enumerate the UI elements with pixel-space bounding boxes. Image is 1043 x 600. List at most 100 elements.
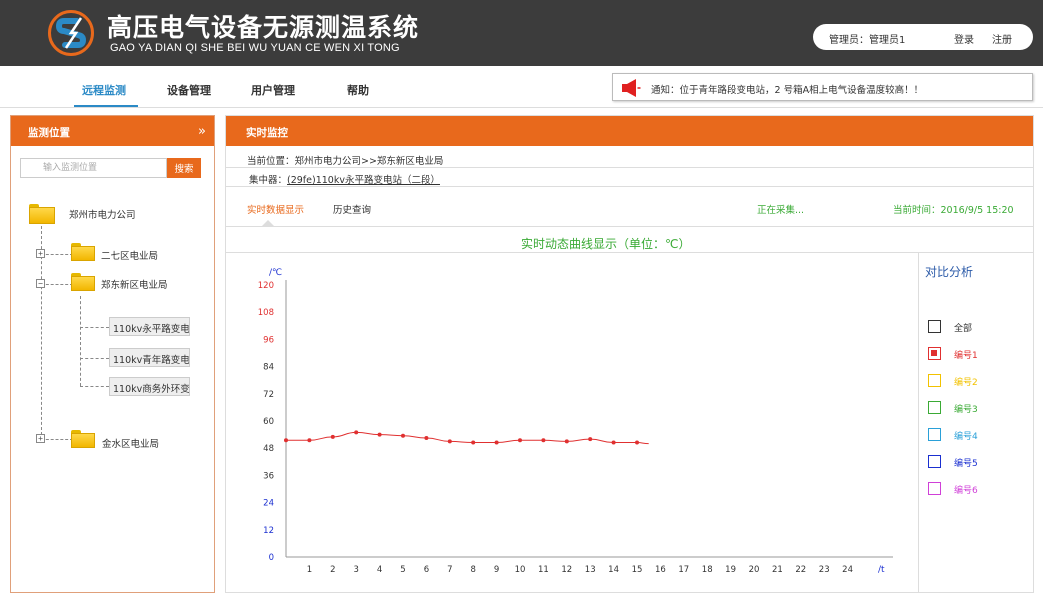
location-panel-title: 监测位置 — [28, 127, 70, 139]
collecting-status: 正在采集... — [757, 205, 805, 216]
series-line — [285, 431, 649, 445]
x-tick-label: 19 — [725, 565, 736, 575]
tree-root-company[interactable]: 郑州市电力公司 — [69, 207, 136, 221]
tree-line — [80, 386, 109, 387]
x-tick-label: 17 — [678, 565, 689, 575]
data-point — [588, 437, 593, 442]
compare-checkbox[interactable] — [928, 401, 941, 414]
compare-checkbox[interactable] — [928, 455, 941, 468]
data-point — [494, 440, 499, 445]
compare-checkbox[interactable] — [928, 320, 941, 333]
y-tick-label: 96 — [263, 335, 274, 345]
expand-toggle[interactable]: + — [36, 434, 45, 443]
chart-title: 实时动态曲线显示（单位：℃） — [521, 237, 691, 251]
y-tick-label: 24 — [263, 499, 274, 509]
double-chevron-right-icon[interactable]: » — [198, 124, 206, 139]
app-header: 高压电气设备无源测温系统 GAO YA DIAN QI SHE BEI WU Y… — [0, 0, 1043, 66]
x-tick-label: 20 — [749, 565, 760, 575]
compare-label: 编号4 — [954, 432, 978, 442]
x-tick-label: 14 — [608, 565, 619, 575]
divider — [226, 226, 1033, 227]
x-tick-label: 15 — [632, 565, 643, 575]
data-point — [401, 433, 405, 438]
tab-history-query[interactable]: 历史查询 — [333, 202, 371, 216]
compare-label: 编号2 — [954, 378, 978, 388]
data-point — [518, 438, 522, 443]
data-point — [354, 430, 359, 435]
compare-checkbox[interactable] — [928, 374, 941, 387]
y-tick-label: 36 — [263, 471, 274, 481]
x-tick-label: 7 — [447, 565, 452, 575]
tab-remote-monitor[interactable]: 远程监测 — [82, 82, 126, 98]
tree-leaf-station[interactable]: 110kv商务外环变电站 — [109, 377, 190, 396]
tree-line — [80, 327, 109, 328]
x-tick-label: 18 — [702, 565, 713, 575]
y-tick-label: 60 — [263, 417, 274, 427]
compare-label: 编号1 — [954, 351, 978, 361]
tab-help[interactable]: 帮助 — [347, 82, 369, 98]
data-point — [330, 434, 335, 439]
current-time: 当前时间：2016/9/5 15:20 — [893, 205, 1014, 216]
x-tick-label: 22 — [795, 565, 806, 575]
tree-node-jinshui[interactable]: 金水区电业局 — [102, 436, 159, 450]
data-point — [471, 440, 476, 445]
y-tick-label: 72 — [263, 390, 274, 400]
logo-icon — [55, 17, 87, 49]
compare-label: 编号5 — [954, 459, 978, 469]
x-tick-label: 21 — [772, 565, 783, 575]
compare-checkbox[interactable] — [928, 482, 941, 495]
tab-user-management[interactable]: 用户管理 — [251, 82, 295, 98]
collector-link[interactable]: (29fe)110kv永平路变电站（二段） — [287, 175, 440, 186]
data-point — [611, 440, 616, 445]
expand-toggle[interactable]: + — [36, 249, 45, 258]
realtime-panel: 实时监控 当前位置：郑州市电力公司>>郑东新区电业局 集中器：(29fe)110… — [225, 115, 1034, 593]
collapse-toggle[interactable]: − — [36, 279, 45, 288]
divider — [226, 167, 1033, 168]
x-tick-label: 9 — [494, 565, 499, 575]
data-point — [564, 439, 569, 444]
megaphone-icon — [622, 79, 641, 97]
collector-info: 集中器：(29fe)110kv永平路变电站（二段） — [249, 172, 440, 186]
compare-checkbox[interactable] — [928, 428, 941, 441]
compare-label: 编号6 — [954, 486, 978, 496]
y-tick-label: 84 — [263, 363, 274, 373]
x-tick-label: 8 — [470, 565, 475, 575]
folder-icon — [71, 273, 95, 291]
tab-realtime-data[interactable]: 实时数据显示 — [247, 202, 304, 216]
tree-leaf-station[interactable]: 110kv青年路变电站 — [109, 348, 190, 367]
app-title: 高压电气设备无源测温系统 — [107, 13, 420, 42]
x-tick-label: 5 — [400, 565, 405, 575]
logo — [48, 10, 94, 56]
tree-line — [80, 358, 109, 359]
x-tick-label: 24 — [842, 565, 853, 575]
active-tab-indicator — [74, 105, 138, 107]
x-tick-label: 16 — [655, 565, 666, 575]
data-point — [635, 440, 639, 445]
y-tick-label: 120 — [258, 281, 274, 291]
location-search-input[interactable] — [20, 158, 167, 178]
realtime-panel-title: 实时监控 — [246, 127, 288, 139]
tree-node-zhengdong[interactable]: 郑东新区电业局 — [101, 277, 168, 291]
user-name: 管理员：管理员1 — [829, 35, 906, 46]
realtime-panel-header: 实时监控 — [226, 116, 1033, 146]
login-link[interactable]: 登录 — [954, 31, 974, 46]
y-tick-label: 48 — [263, 444, 274, 454]
location-panel-header: 监测位置 » — [11, 116, 214, 146]
x-tick-label: 13 — [585, 565, 596, 575]
tree-leaf-station[interactable]: 110kv永平路变电站 — [109, 317, 190, 336]
tree-line — [41, 254, 73, 255]
compare-checkbox[interactable] — [928, 347, 941, 360]
x-tick-label: 3 — [353, 565, 358, 575]
search-button[interactable]: 搜索 — [167, 158, 201, 178]
x-tick-label: 6 — [424, 565, 429, 575]
data-point — [284, 438, 288, 443]
compare-label: 编号3 — [954, 405, 978, 415]
folder-icon — [71, 243, 95, 261]
y-tick-label: 12 — [263, 526, 274, 536]
x-tick-label: 12 — [561, 565, 572, 575]
app-subtitle: GAO YA DIAN QI SHE BEI WU YUAN CE WEN XI… — [110, 42, 400, 54]
register-link[interactable]: 注册 — [992, 31, 1012, 46]
tab-device-management[interactable]: 设备管理 — [167, 82, 211, 98]
tree-line — [41, 439, 73, 440]
tree-node-erqi[interactable]: 二七区电业局 — [101, 248, 158, 262]
